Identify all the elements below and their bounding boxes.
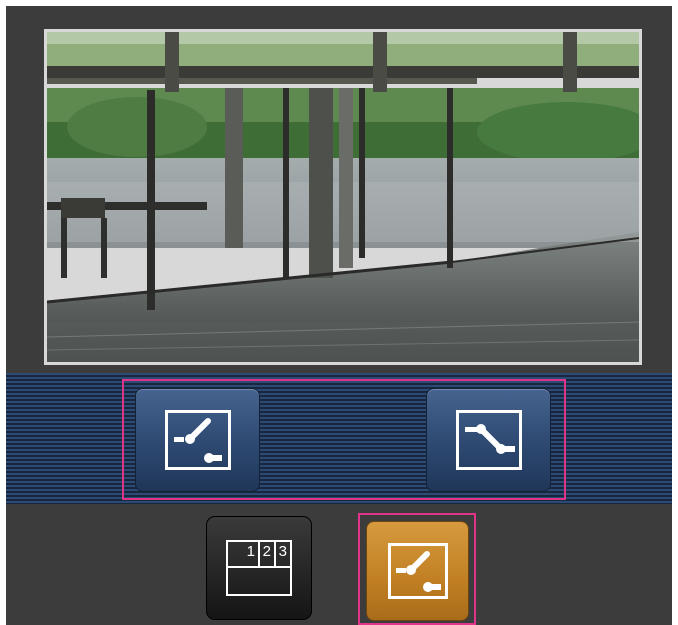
camera-mode-button[interactable] [366, 521, 469, 621]
screen-label-2: 2 [262, 543, 271, 560]
bird-view-button[interactable] [135, 388, 260, 492]
tilt-view-icon [455, 410, 522, 470]
bird-view-icon [164, 410, 231, 470]
screen-label-3: 3 [278, 543, 287, 560]
multi-screen-button[interactable]: 1 2 3 [206, 516, 312, 620]
camera-view-border [44, 29, 642, 365]
multi-screen-icon: 1 2 3 [226, 540, 292, 596]
screen-label-1: 1 [246, 543, 255, 560]
bird-view-icon [387, 543, 448, 599]
tilt-view-button[interactable] [426, 388, 551, 492]
camera-image[interactable] [47, 32, 639, 362]
